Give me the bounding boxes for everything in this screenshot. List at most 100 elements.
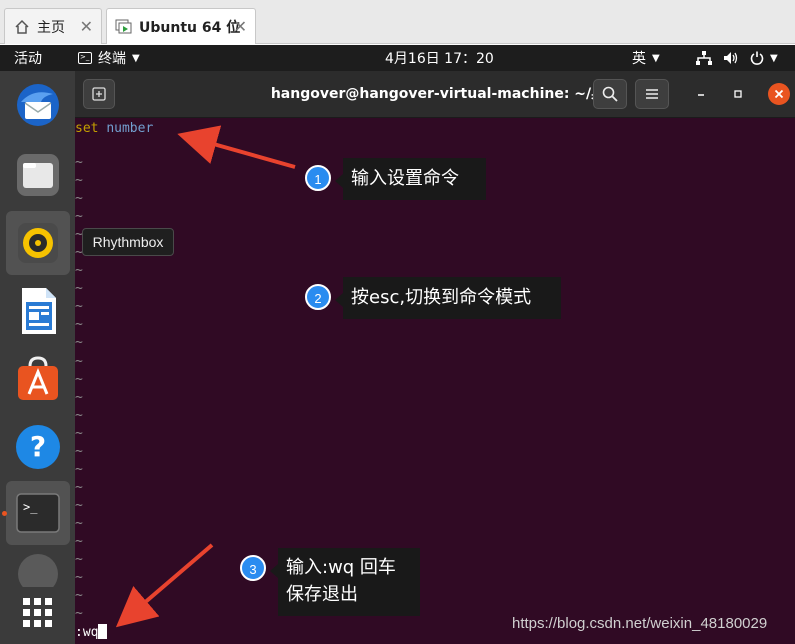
running-indicator xyxy=(2,511,7,516)
new-tab-icon xyxy=(92,87,106,101)
step-badge-2: 2 xyxy=(305,284,331,310)
power-menu[interactable]: ▼ xyxy=(750,45,778,71)
callout-step-3: 输入:wq 回车 保存退出 xyxy=(270,548,420,616)
step-badge-3: 3 xyxy=(240,555,266,581)
callout-step-1: 输入设置命令 xyxy=(335,158,486,200)
vim-tilde-line: ~ xyxy=(75,588,83,604)
close-icon[interactable]: ✕ xyxy=(80,17,93,36)
vim-tilde-line: ~ xyxy=(75,371,83,387)
caret-down-icon: ▼ xyxy=(652,52,660,64)
vim-tilde-line: ~ xyxy=(75,552,83,568)
input-method-label: 英 xyxy=(632,51,646,67)
dock-show-apps[interactable] xyxy=(6,581,70,644)
vim-tilde-line: ~ xyxy=(75,461,83,477)
terminal-header-bar: hangover@hangover-virtual-machine: ~/桌面 xyxy=(75,71,795,118)
vim-empty-lines: ~ ~ ~ ~ ~ ~ ~ ~ ~ ~ ~ ~ ~ ~ ~ ~ ~ ~ ~ ~ ~ ~ ~ ~ ~ ~ xyxy=(75,154,83,623)
dock-help[interactable]: ? xyxy=(6,415,70,479)
vim-tilde-line: ~ xyxy=(75,155,83,170)
dock-software[interactable] xyxy=(6,347,70,411)
dock-writer[interactable] xyxy=(6,279,70,343)
watermark: https://blog.csdn.net/weixin_48180029 xyxy=(512,615,768,632)
dock-files[interactable] xyxy=(6,143,70,207)
vim-tilde-line: ~ xyxy=(75,209,83,225)
network-icon[interactable] xyxy=(696,45,712,71)
search-icon xyxy=(602,86,618,102)
thunderbird-icon xyxy=(17,84,59,126)
dock-rhythmbox[interactable] xyxy=(6,211,70,275)
vim-tilde-line: ~ xyxy=(75,191,83,207)
vim-tilde-line: ~ xyxy=(75,263,83,279)
hamburger-icon xyxy=(646,89,658,99)
callout-step-1-text: 输入设置命令 xyxy=(351,168,459,189)
vim-tilde-line: ~ xyxy=(75,335,83,351)
input-method-menu[interactable]: 英 ▼ xyxy=(632,45,660,71)
tab-home[interactable]: 主页 ✕ xyxy=(4,8,102,44)
callout-step-2: 按esc,切换到命令模式 xyxy=(335,277,561,319)
caret-down-icon: ▼ xyxy=(770,52,778,64)
vim-tilde-line: ~ xyxy=(75,173,83,189)
vm-icon xyxy=(115,18,133,36)
vim-argument: number xyxy=(106,121,154,136)
vim-tilde-line: ~ xyxy=(75,299,83,315)
close-icon[interactable]: ✕ xyxy=(234,17,247,36)
tab-ubuntu-vm[interactable]: Ubuntu 64 位 ✕ xyxy=(106,8,256,44)
callout-step-3-line1: 输入:wq 回车 xyxy=(286,557,396,578)
step-badge-1: 1 xyxy=(305,165,331,191)
svg-text:>_: >_ xyxy=(23,500,38,514)
callout-step-3-line2: 保存退出 xyxy=(286,584,358,605)
volume-icon[interactable] xyxy=(723,45,739,71)
dock-thunderbird[interactable] xyxy=(6,73,70,137)
vim-tilde-line: ~ xyxy=(75,606,83,622)
minimize-button[interactable] xyxy=(690,83,712,105)
activities-button[interactable]: 活动 xyxy=(14,45,42,71)
power-icon xyxy=(750,51,764,65)
vim-tilde-line: ~ xyxy=(75,515,83,531)
vim-tilde-line: ~ xyxy=(75,407,83,423)
dock-tooltip: Rhythmbox xyxy=(82,228,174,256)
gnome-top-bar: 活动 >_ 终端 ▼ 4月16日 17：20 英 ▼ ▼ xyxy=(0,45,795,71)
caret-down-icon: ▼ xyxy=(132,52,140,64)
new-tab-button[interactable] xyxy=(83,79,115,109)
help-icon: ? xyxy=(16,425,60,469)
vim-tilde-line: ~ xyxy=(75,570,83,586)
vim-tilde-line: ~ xyxy=(75,317,83,333)
app-menu[interactable]: >_ 终端 ▼ xyxy=(78,45,140,71)
vim-tilde-line: ~ xyxy=(75,479,83,495)
vim-tilde-line: ~ xyxy=(75,389,83,405)
vim-keyword: set xyxy=(75,121,99,136)
maximize-button[interactable] xyxy=(727,83,749,105)
vim-tilde-line: ~ xyxy=(75,497,83,513)
clock[interactable]: 4月16日 17：20 xyxy=(385,45,494,71)
close-icon xyxy=(774,89,784,99)
svg-text:?: ? xyxy=(30,430,46,463)
close-window-button[interactable] xyxy=(768,83,790,105)
tab-vm-label: Ubuntu 64 位 xyxy=(139,19,241,36)
software-icon xyxy=(18,356,58,400)
dock: ? >_ xyxy=(0,71,75,644)
vmware-tab-strip: 主页 ✕ Ubuntu 64 位 ✕ xyxy=(0,0,795,44)
vim-tilde-line: ~ xyxy=(75,443,83,459)
vim-tilde-line: ~ xyxy=(75,353,83,369)
dock-terminal[interactable]: >_ xyxy=(6,481,70,545)
callout-step-2-text: 按esc,切换到命令模式 xyxy=(351,287,532,308)
rhythmbox-icon xyxy=(18,223,58,263)
minimize-icon xyxy=(698,94,704,96)
home-icon xyxy=(13,18,31,36)
maximize-icon xyxy=(734,90,742,98)
tab-home-label: 主页 xyxy=(37,19,65,36)
search-button[interactable] xyxy=(593,79,627,109)
terminal-icon: >_ xyxy=(78,52,92,64)
terminal-icon: >_ xyxy=(16,493,60,533)
vim-tilde-line: ~ xyxy=(75,533,83,549)
terminal-title: hangover@hangover-virtual-machine: ~/桌面 xyxy=(270,86,620,102)
vim-tilde-line: ~ xyxy=(75,425,83,441)
text-cursor xyxy=(98,624,108,639)
files-icon xyxy=(17,154,59,196)
vim-command-line: set number xyxy=(75,121,153,136)
vim-status-text: :wq xyxy=(75,625,99,640)
hamburger-menu-button[interactable] xyxy=(635,79,669,109)
vim-status-line: :wq xyxy=(75,624,108,640)
app-grid-icon xyxy=(23,598,52,627)
writer-icon xyxy=(22,288,56,334)
vim-tilde-line: ~ xyxy=(75,281,83,297)
